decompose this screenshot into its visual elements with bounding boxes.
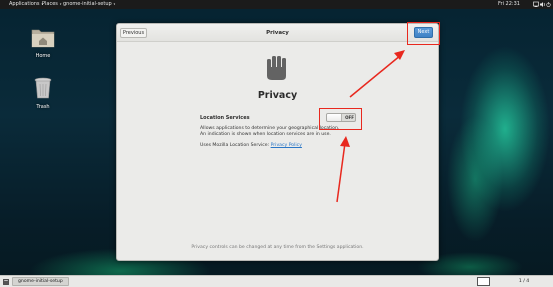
trash-icon — [34, 77, 52, 99]
places-menu-label: Places — [42, 1, 58, 7]
desktop-icon-home[interactable]: Home — [28, 25, 58, 59]
places-menu[interactable]: Places ▾ — [42, 0, 61, 9]
privacy-policy-link[interactable]: Privacy Policy — [271, 143, 302, 148]
dialog-title: Privacy — [266, 30, 289, 36]
top-bar: Applications ▾ Places ▾ gnome-initial-se… — [0, 0, 553, 9]
chevron-down-icon: ▾ — [112, 2, 116, 6]
volume-icon — [540, 2, 545, 7]
system-status-menu[interactable] — [533, 1, 551, 8]
bottom-taskbar: gnome-initial-setup 1 / 4 — [0, 275, 553, 287]
privacy-dialog: Previous Privacy Next Privacy Location S… — [116, 23, 439, 261]
dialog-header: Previous Privacy Next — [117, 24, 438, 42]
power-icon — [546, 2, 551, 7]
workspace-counter[interactable]: 1 / 4 — [514, 278, 534, 286]
trash-icon-label: Trash — [36, 104, 50, 110]
home-folder-icon — [31, 29, 55, 48]
app-menu[interactable]: gnome-initial-setup ▾ — [63, 0, 115, 9]
annotation-box-next — [407, 22, 440, 45]
network-icon — [533, 1, 539, 7]
chevron-down-icon: ▾ — [58, 2, 62, 6]
mozilla-service-text: Uses Mozilla Location Service: — [200, 143, 270, 148]
hand-stop-icon — [267, 56, 286, 80]
clock[interactable]: Fri 22:31 — [498, 0, 520, 9]
taskbar-window-item[interactable]: gnome-initial-setup — [12, 277, 69, 286]
privacy-heading: Privacy — [257, 90, 298, 101]
mozilla-service-line: Uses Mozilla Location Service: Privacy P… — [200, 143, 302, 148]
applications-menu-label: Applications — [9, 1, 40, 7]
home-icon-label: Home — [35, 53, 51, 59]
previous-button[interactable]: Previous — [120, 28, 147, 38]
window-list-icon — [3, 279, 9, 285]
privacy-footer-note: Privacy controls can be changed at any t… — [191, 245, 364, 250]
desktop-icon-trash[interactable]: Trash — [28, 76, 58, 110]
annotation-box-toggle — [319, 108, 362, 130]
app-menu-label: gnome-initial-setup — [63, 1, 112, 7]
location-services-label: Location Services — [200, 115, 250, 121]
workspace-switcher[interactable] — [477, 277, 490, 286]
applications-menu[interactable]: Applications ▾ — [9, 0, 43, 9]
